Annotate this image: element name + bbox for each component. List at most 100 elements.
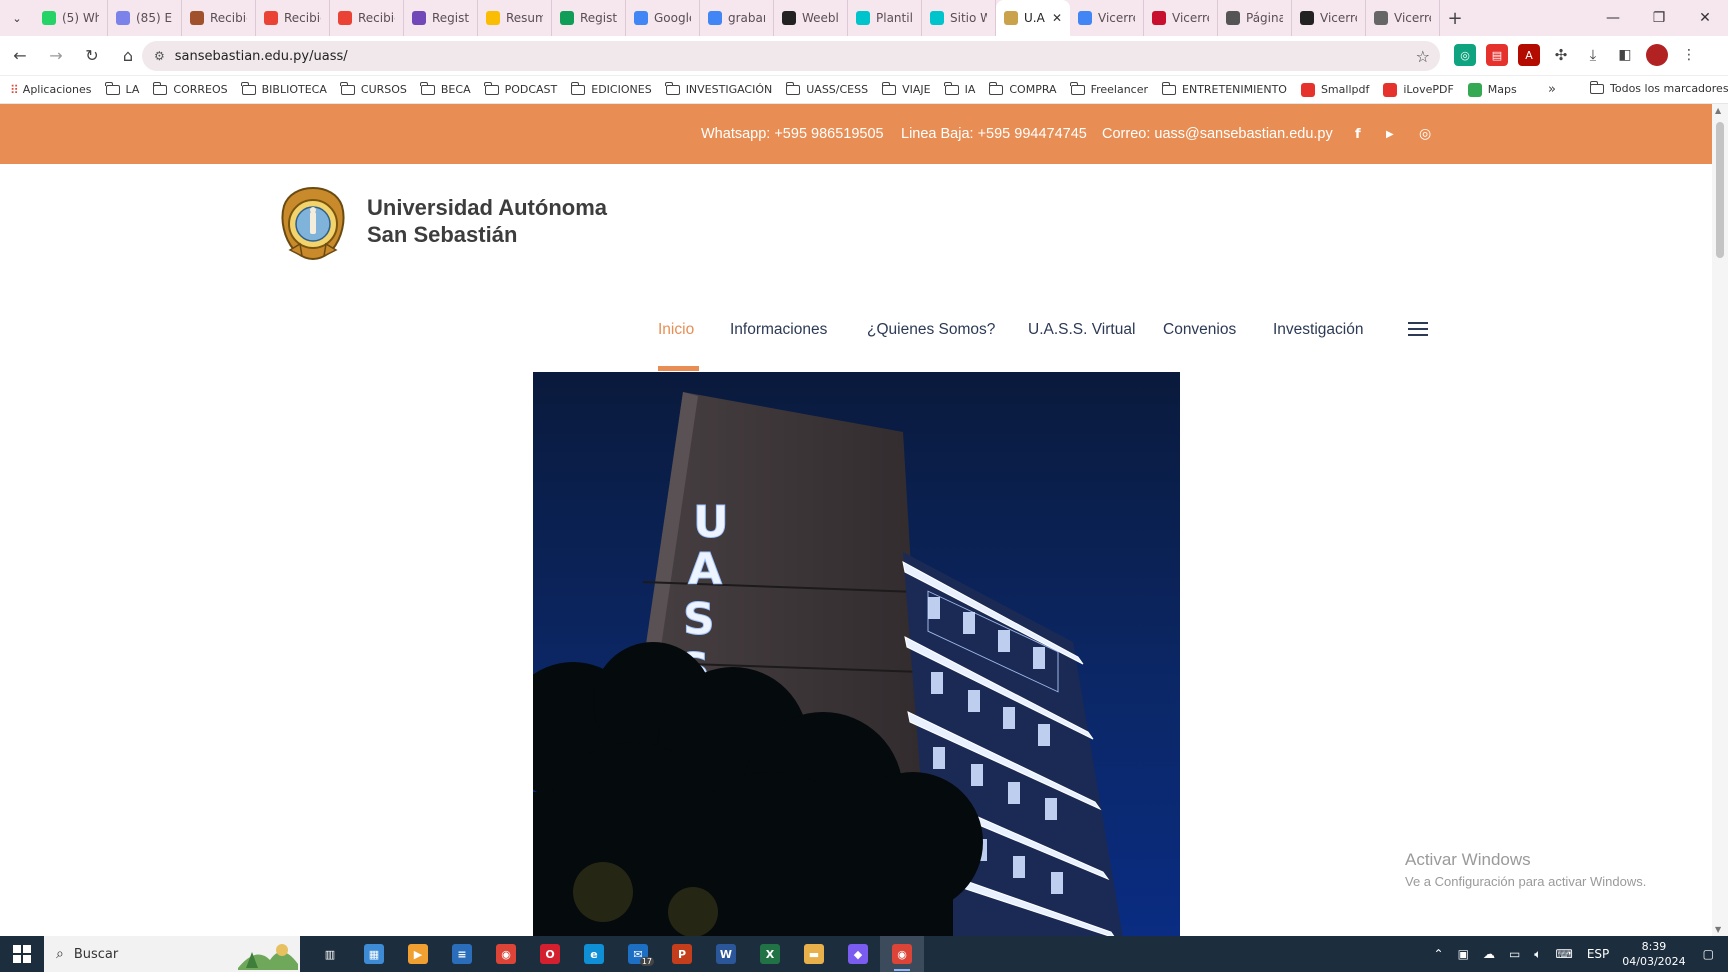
bookmark-item[interactable]: IA: [944, 81, 975, 96]
browser-tab[interactable]: Sitio W: [922, 0, 996, 36]
browser-tab[interactable]: Vicerre: [1144, 0, 1218, 36]
bookmark-item[interactable]: LA: [105, 81, 139, 96]
youtube-icon[interactable]: ▶: [1386, 104, 1394, 164]
bookmark-item[interactable]: COMPRA: [988, 81, 1057, 96]
nav-investigacion[interactable]: Investigación: [1273, 310, 1363, 350]
browser-tab[interactable]: (85) Ent: [108, 0, 182, 36]
taskbar-app-button[interactable]: ▬: [792, 936, 836, 972]
home-button[interactable]: ⌂: [112, 40, 144, 72]
bookmark-item[interactable]: BIBLIOTECA: [241, 81, 327, 96]
volume-icon[interactable]: 🔈︎: [1534, 947, 1541, 962]
browser-tab[interactable]: Registro: [404, 0, 478, 36]
university-seal-logo[interactable]: [280, 186, 346, 260]
nav-convenios[interactable]: Convenios: [1163, 310, 1236, 350]
reload-button[interactable]: ↻: [76, 40, 108, 72]
taskbar-app-button[interactable]: ▶: [396, 936, 440, 972]
hamburger-menu-icon[interactable]: [1408, 322, 1428, 336]
taskbar-search-box[interactable]: ⌕ Buscar: [44, 936, 300, 972]
browser-tab[interactable]: Página: [1218, 0, 1292, 36]
taskbar-app-button[interactable]: ▥: [308, 936, 352, 972]
side-panel-icon[interactable]: ◧: [1614, 44, 1636, 66]
forward-button[interactable]: →: [40, 40, 72, 72]
browser-tab[interactable]: Vicerre: [1292, 0, 1366, 36]
scrollbar-thumb[interactable]: [1716, 122, 1724, 258]
pdf-extension-icon[interactable]: ▤: [1486, 44, 1508, 66]
onedrive-cloud-icon[interactable]: ☁: [1483, 947, 1495, 961]
language-indicator[interactable]: ESP: [1587, 947, 1609, 961]
taskbar-app-button[interactable]: P: [660, 936, 704, 972]
site-info-icon[interactable]: ⚙: [154, 49, 165, 63]
close-window-button[interactable]: ✕: [1682, 0, 1728, 36]
keyboard-icon[interactable]: ⌨: [1555, 947, 1572, 961]
bookmark-item[interactable]: VIAJE: [881, 81, 931, 96]
bookmark-item[interactable]: BECA: [420, 81, 471, 96]
bookmark-item[interactable]: iLovePDF: [1383, 82, 1454, 97]
facebook-icon[interactable]: f: [1355, 104, 1361, 164]
taskbar-app-button[interactable]: X: [748, 936, 792, 972]
bookmark-item[interactable]: UASS/CESS: [785, 81, 868, 96]
browser-tab[interactable]: grabar: [700, 0, 774, 36]
bookmark-item[interactable]: CURSOS: [340, 81, 407, 96]
bookmark-item[interactable]: EDICIONES: [570, 81, 652, 96]
browser-tab[interactable]: U.A ✕: [996, 0, 1070, 36]
instagram-icon[interactable]: ◎: [1419, 104, 1431, 164]
close-tab-icon[interactable]: ✕: [1052, 11, 1062, 25]
downloads-icon[interactable]: ⤓: [1582, 44, 1604, 66]
start-button[interactable]: [0, 936, 44, 972]
page-scrollbar[interactable]: ▲ ▼: [1712, 104, 1728, 936]
scroll-up-arrow-icon[interactable]: ▲: [1715, 106, 1721, 115]
browser-tab[interactable]: Recibid: [256, 0, 330, 36]
whatsapp-contact[interactable]: Whatsapp: +595 986519505: [701, 104, 884, 164]
taskbar-app-button[interactable]: W: [704, 936, 748, 972]
bookmark-item[interactable]: ⠿ Aplicaciones: [10, 83, 92, 97]
extensions-puzzle-icon[interactable]: ✣: [1550, 44, 1572, 66]
bookmark-item[interactable]: INVESTIGACIÓN: [665, 81, 772, 96]
bookmark-item[interactable]: CORREOS: [152, 81, 228, 96]
taskbar-app-button[interactable]: ≡: [440, 936, 484, 972]
taskbar-app-button[interactable]: e: [572, 936, 616, 972]
taskbar-app-button[interactable]: ◉: [484, 936, 528, 972]
nav-informaciones[interactable]: Informaciones: [730, 310, 827, 350]
browser-tab[interactable]: Vicerre: [1366, 0, 1440, 36]
bookmark-item[interactable]: Freelancer: [1070, 81, 1148, 96]
bookmark-star-icon[interactable]: ☆: [1416, 47, 1430, 66]
browser-tab[interactable]: Vicerre: [1070, 0, 1144, 36]
meet-now-icon[interactable]: ▣: [1458, 947, 1469, 961]
acrobat-extension-icon[interactable]: A: [1518, 44, 1540, 66]
bookmark-item[interactable]: ENTRETENIMIENTO: [1161, 81, 1287, 96]
university-name[interactable]: Universidad Autónoma San Sebastián: [367, 194, 607, 248]
chatgpt-extension-icon[interactable]: ◎: [1454, 44, 1476, 66]
taskbar-app-button[interactable]: ✉ 17: [616, 936, 660, 972]
browser-tab[interactable]: Weebly: [774, 0, 848, 36]
browser-tab[interactable]: (5) Wha: [34, 0, 108, 36]
minimize-button[interactable]: —: [1590, 0, 1636, 36]
taskbar-app-button[interactable]: O: [528, 936, 572, 972]
scroll-down-arrow-icon[interactable]: ▼: [1715, 925, 1721, 934]
new-tab-button[interactable]: +: [1440, 0, 1470, 36]
taskbar-clock[interactable]: 8:39 04/03/2024: [1622, 939, 1685, 969]
more-bookmarks-chevron-icon[interactable]: »: [1548, 82, 1556, 97]
browser-tab[interactable]: Resume: [478, 0, 552, 36]
landline-contact[interactable]: Linea Baja: +595 994474745: [901, 104, 1087, 164]
tab-search-chevron-icon[interactable]: ⌄: [0, 0, 34, 36]
back-button[interactable]: ←: [4, 40, 36, 72]
browser-tab[interactable]: Plantilla: [848, 0, 922, 36]
profile-avatar[interactable]: [1646, 44, 1668, 66]
taskbar-app-button[interactable]: ◉: [880, 936, 924, 972]
address-bar[interactable]: ⚙ sansebastian.edu.py/uass/ ☆: [142, 41, 1440, 71]
all-bookmarks-folder[interactable]: Todos los marcadores: [1589, 80, 1728, 95]
email-contact[interactable]: Correo: uass@sansebastian.edu.py: [1102, 104, 1333, 164]
taskbar-app-button[interactable]: ▦: [352, 936, 396, 972]
browser-tab[interactable]: Registro: [552, 0, 626, 36]
restore-button[interactable]: ❐: [1636, 0, 1682, 36]
taskbar-app-button[interactable]: ◆: [836, 936, 880, 972]
nav-quienes-somos[interactable]: ¿Quienes Somos?: [867, 310, 995, 350]
browser-menu-icon[interactable]: ⋮: [1678, 44, 1700, 66]
bookmark-item[interactable]: PODCAST: [484, 81, 557, 96]
bookmark-item[interactable]: Maps: [1467, 82, 1517, 97]
network-icon[interactable]: ▭: [1509, 947, 1520, 961]
tray-overflow-chevron-icon[interactable]: ⌃: [1434, 947, 1444, 961]
browser-tab[interactable]: Recibid: [330, 0, 404, 36]
nav-uass-virtual[interactable]: U.A.S.S. Virtual: [1028, 310, 1135, 350]
bookmark-item[interactable]: Smallpdf: [1300, 82, 1369, 97]
